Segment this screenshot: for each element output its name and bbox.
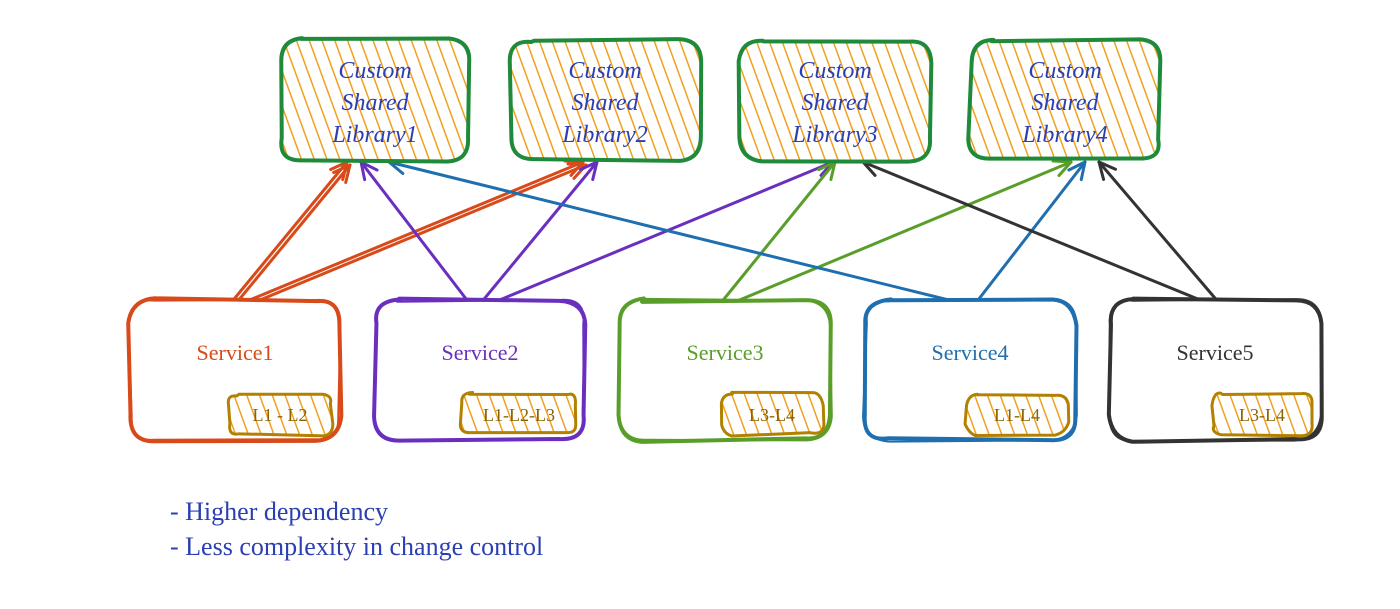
library-box-lib3: Custom Shared Library3 [739, 41, 932, 162]
library-lib2-line1: Custom [568, 58, 641, 84]
library-lib4-line3: Library4 [1021, 122, 1107, 148]
service-svc1-badge-label: L1 - L2 [253, 405, 308, 425]
service-svc2-badge-label: L1-L2-L3 [483, 405, 555, 425]
library-box-lib2: Custom Shared Library2 [510, 39, 701, 161]
arrow-svc1-lib1 [230, 162, 350, 307]
library-lib2-line3: Library2 [561, 122, 647, 148]
service-svc4-badge-label: L1-L4 [994, 405, 1040, 425]
library-lib3-line2: Shared [801, 90, 869, 116]
library-lib3-line1: Custom [798, 58, 871, 84]
service-svc5-badge-label: L3-L4 [1239, 405, 1285, 425]
arrow-svc4-lib1 [389, 158, 965, 304]
diagram-canvas: Custom Shared Library1 Custom Shared Library2… [0, 0, 1400, 609]
service-svc1-label: Service1 [197, 340, 274, 365]
library-lib4-line1: Custom [1028, 58, 1101, 84]
service-svc4-label: Service4 [932, 340, 1009, 365]
library-lib2-line2: Shared [571, 90, 639, 116]
note-line-2: - Less complexity in change control [170, 532, 543, 561]
library-lib1-line3: Library1 [331, 122, 417, 148]
service-box-svc5: Service5 L3-L4 [1109, 299, 1322, 442]
library-lib1-line1: Custom [338, 58, 411, 84]
service-svc3-badge-label: L3-L4 [749, 405, 795, 425]
service-box-svc4: Service4 L1-L4 [863, 299, 1077, 442]
service-box-svc2: Service2 L1-L2-L3 [374, 299, 585, 441]
service-svc2-label: Service2 [442, 340, 519, 365]
service-svc3-label: Service3 [687, 340, 764, 365]
service-svc5-label: Service5 [1177, 340, 1254, 365]
library-lib4-line2: Shared [1031, 90, 1099, 116]
library-lib3-line3: Library3 [791, 122, 877, 148]
arrow-svc4-lib4 [975, 162, 1085, 304]
library-box-lib4: Custom Shared Library4 [968, 39, 1160, 158]
library-lib1-line2: Shared [341, 90, 409, 116]
service-box-svc1: Service1 L1 - L2 [128, 298, 341, 441]
service-box-svc3: Service3 L3-L4 [619, 298, 832, 441]
arrow-svc2-lib1 [361, 162, 470, 304]
library-box-lib1: Custom Shared Library1 [281, 38, 469, 161]
note-line-1: - Higher dependency [170, 497, 388, 526]
